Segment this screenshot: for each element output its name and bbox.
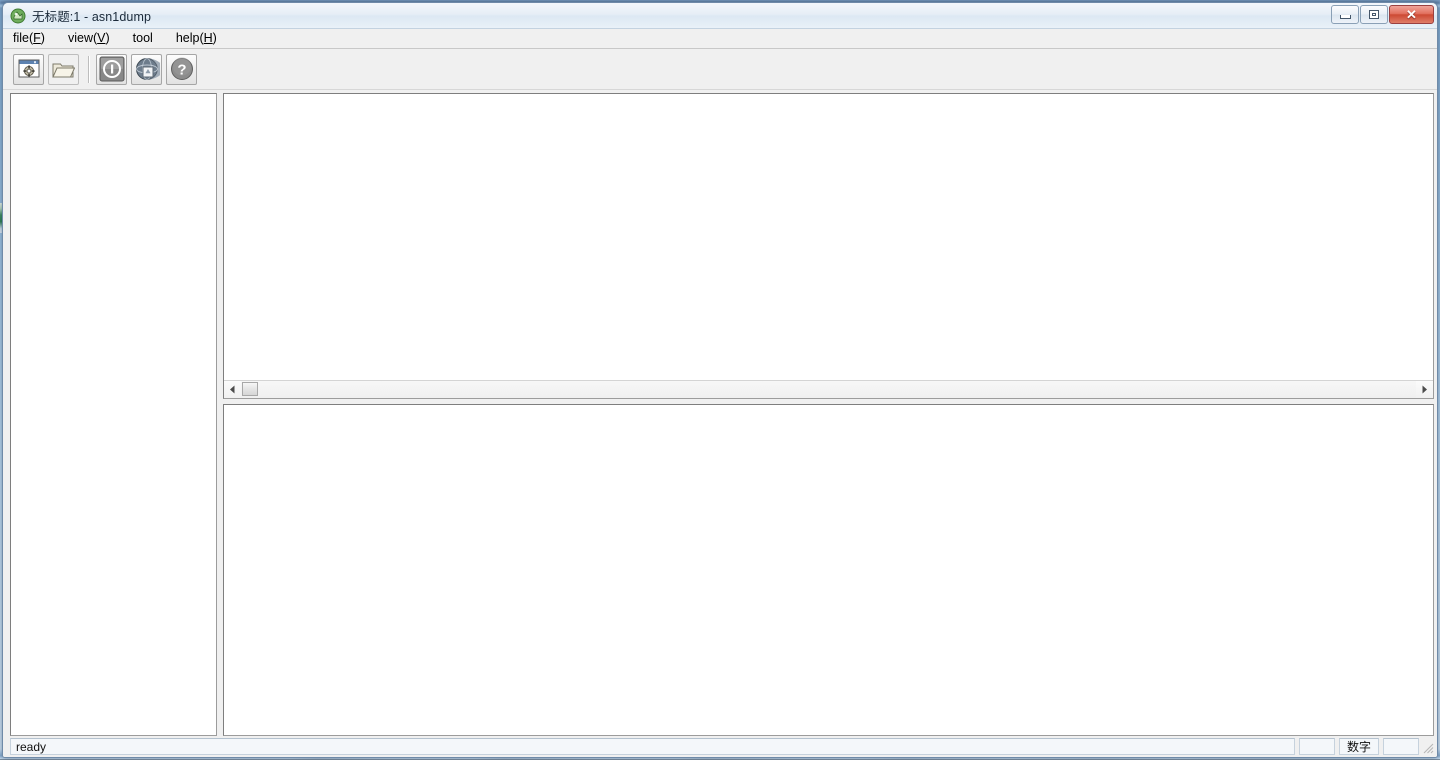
open-file-button[interactable] [48, 53, 79, 85]
menu-item-view[interactable]: view(V) [66, 30, 120, 47]
window-title: 无标题:1 - asn1dump [32, 10, 152, 24]
info-button[interactable] [96, 53, 127, 85]
maximize-icon [1369, 10, 1379, 19]
window-gear-icon [18, 59, 39, 78]
scroll-thumb[interactable] [242, 382, 258, 396]
caption-button-group: ✕ [1331, 5, 1434, 24]
asn1-tree-pane[interactable] [10, 93, 217, 736]
detail-output-pane[interactable] [223, 404, 1434, 736]
status-cell-num: 数字 [1339, 738, 1379, 755]
menu-item-file-label: file [13, 31, 29, 45]
scroll-track[interactable] [241, 381, 1416, 398]
scroll-right-button[interactable] [1416, 381, 1433, 398]
menu-item-help-label: help [175, 31, 200, 45]
resize-grip-icon [1423, 743, 1434, 754]
status-cell-caps [1299, 738, 1335, 755]
menu-item-view-accel: V [97, 31, 106, 45]
hex-dump-pane-container [223, 93, 1434, 399]
menu-item-view-label: view [67, 31, 93, 45]
menu-item-tool[interactable]: tool [131, 30, 163, 47]
svg-text:?: ? [177, 62, 186, 79]
new-document-button[interactable] [13, 53, 44, 85]
asn1dump-window: 无标题:1 - asn1dump ✕ file(F) view(V) tool … [2, 2, 1438, 758]
hex-pane-horizontal-scrollbar[interactable] [224, 380, 1433, 398]
menu-item-file-accel: F [33, 31, 41, 45]
close-icon: ✕ [1406, 7, 1417, 22]
info-circle-icon [99, 56, 124, 82]
status-bar: ready 数字 [3, 736, 1437, 757]
chevron-left-icon [230, 385, 235, 394]
help-button[interactable]: ? [166, 53, 197, 85]
close-button[interactable]: ✕ [1389, 5, 1434, 24]
folder-open-icon [52, 63, 75, 77]
chevron-right-icon [1422, 385, 1427, 394]
status-message: ready [10, 738, 1295, 755]
scroll-left-button[interactable] [224, 381, 241, 398]
menu-bar: file(F) view(V) tool help(H) [3, 29, 1437, 49]
menu-item-file[interactable]: file(F) [11, 30, 55, 47]
title-bar[interactable]: 无标题:1 - asn1dump ✕ [3, 3, 1437, 29]
minimize-button[interactable] [1331, 5, 1359, 24]
menu-item-tool-label: tool [132, 31, 153, 45]
toolbar: ? [3, 49, 1437, 90]
right-pane-stack [223, 93, 1434, 736]
menu-item-help-accel: H [203, 31, 213, 45]
app-icon [10, 8, 26, 24]
menu-item-help[interactable]: help(H) [174, 30, 227, 47]
globe-icon [135, 58, 160, 80]
toolbar-separator [88, 55, 90, 83]
resize-grip[interactable] [1421, 738, 1435, 755]
question-circle-icon: ? [170, 57, 193, 80]
minimize-icon [1339, 14, 1351, 19]
status-cell-scroll [1383, 738, 1419, 755]
web-export-button[interactable] [131, 53, 162, 85]
client-area [3, 90, 1437, 736]
hex-dump-pane[interactable] [224, 94, 1433, 380]
maximize-button[interactable] [1360, 5, 1388, 24]
